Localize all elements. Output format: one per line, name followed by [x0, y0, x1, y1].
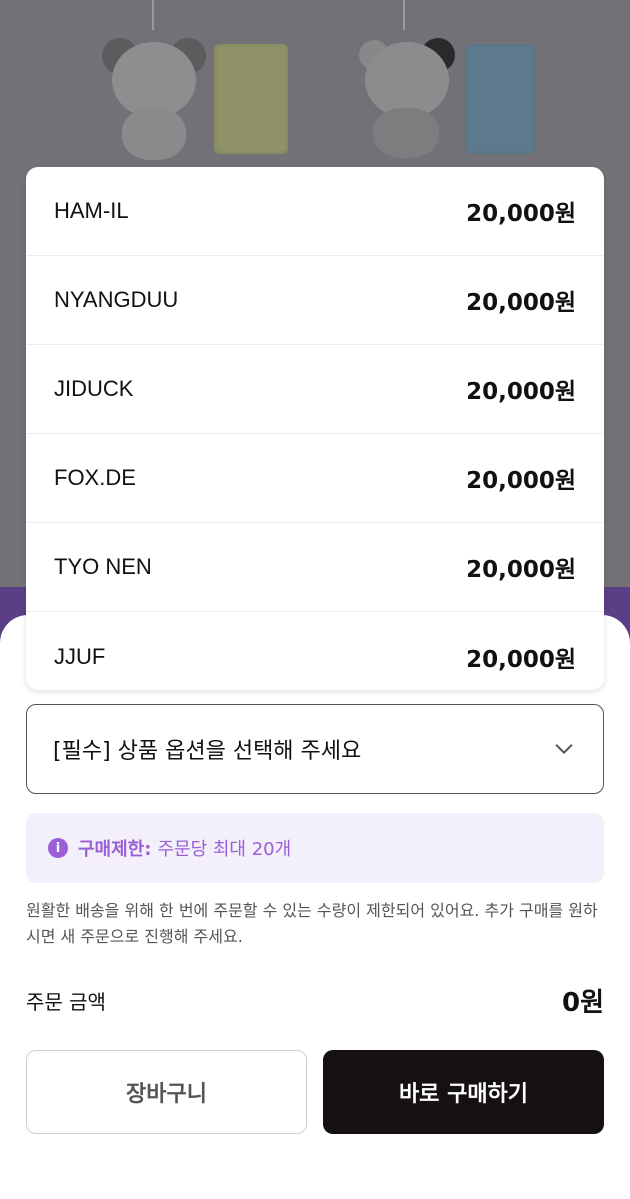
order-amount-value: 0원: [561, 987, 604, 1018]
notice-label: 구매제한:: [78, 839, 152, 860]
option-select[interactable]: [필수] 상품 옵션을 선택해 주세요: [26, 704, 604, 794]
option-price: 20,000원: [466, 201, 576, 227]
option-price: 20,000원: [466, 379, 576, 405]
option-name: JJUF: [54, 643, 106, 669]
info-icon: i: [48, 838, 68, 858]
buy-now-button[interactable]: 바로 구매하기: [323, 1050, 604, 1134]
product-image-nyangduu: [315, 0, 630, 165]
option-name: JIDUCK: [54, 376, 134, 401]
option-item-jiduck[interactable]: JIDUCK 20,000원: [26, 345, 604, 434]
option-item-jjuf[interactable]: JJUF 20,000원: [26, 612, 604, 690]
option-name: NYANGDUU: [54, 287, 179, 312]
chevron-down-icon: [555, 744, 573, 754]
option-price: 20,000원: [466, 468, 576, 494]
option-name: FOX.DE: [54, 465, 136, 490]
option-item-fox-de[interactable]: FOX.DE 20,000원: [26, 434, 604, 523]
notice-value: 주문당 최대 20개: [157, 839, 292, 860]
option-item-ham-il[interactable]: HAM-IL 20,000원: [26, 167, 604, 256]
option-price: 20,000원: [466, 646, 576, 673]
option-name: TYO NEN: [54, 554, 152, 579]
option-item-tyo-nen[interactable]: TYO NEN 20,000원: [26, 523, 604, 612]
order-amount-row: 주문 금액 0원: [26, 980, 604, 1020]
option-price: 20,000원: [466, 290, 576, 316]
option-item-nyangduu[interactable]: NYANGDUU 20,000원: [26, 256, 604, 345]
option-name: HAM-IL: [54, 198, 129, 223]
product-image-ham-il: [0, 0, 315, 165]
purchase-limit-notice: i 구매제한: 주문당 최대 20개: [26, 813, 604, 883]
add-to-cart-button[interactable]: 장바구니: [26, 1050, 307, 1134]
limit-description: 원활한 배송을 위해 한 번에 주문할 수 있는 수량이 제한되어 있어요. 추…: [26, 901, 598, 946]
option-select-placeholder: [필수] 상품 옵션을 선택해 주세요: [53, 739, 362, 764]
option-dropdown-list: HAM-IL 20,000원 NYANGDUU 20,000원 JIDUCK 2…: [26, 167, 604, 690]
order-amount-label: 주문 금액: [26, 989, 106, 1014]
option-price: 20,000원: [466, 557, 576, 583]
